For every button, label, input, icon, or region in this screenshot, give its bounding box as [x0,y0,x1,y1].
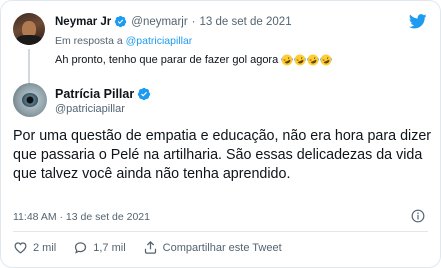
share-label: Compartilhar este Tweet [162,241,282,254]
main-tweet-text: Por uma questão de empatia e educação, n… [13,128,432,182]
tweet-actions: 2 mil 1,7 mil Compartilhar este Tweet [13,240,299,255]
rofl-emoji-icon [320,54,332,66]
separator-dot: · [191,15,196,28]
author-handle[interactable]: @neymarjr [131,16,187,28]
reply-context: Em resposta a @patriciapillar [55,35,192,47]
share-button[interactable]: Compartilhar este Tweet [143,240,282,255]
reply-count: 1,7 mil [93,241,126,254]
reply-mention-link[interactable]: @patriciapillar [126,35,193,47]
avatar[interactable] [13,13,45,45]
speech-bubble-icon [75,242,87,254]
share-icon [144,240,156,254]
emoji-group [281,54,333,66]
parent-tweet-header: Neymar Jr @neymarjr · 13 de set de 2021 [55,15,292,28]
reply-prefix: Em resposta a [55,35,123,47]
rofl-emoji-icon [294,54,306,66]
heart-icon [14,242,27,254]
verified-badge-icon [115,15,127,28]
rofl-emoji-icon [307,54,319,66]
parent-tweet-body: Ah pronto, tenho que parar de fazer gol … [55,54,279,66]
main-tweet-author[interactable]: Patrícia Pillar [55,87,155,101]
rofl-emoji-icon [281,54,293,66]
like-button[interactable]: 2 mil [13,240,56,255]
reply-button[interactable]: 1,7 mil [73,240,126,255]
author-name[interactable]: Neymar Jr [55,16,111,28]
parent-tweet-text: Ah pronto, tenho que parar de fazer gol … [55,54,333,66]
tweet-date[interactable]: 13 de set de 2021 [200,16,292,28]
author-name[interactable]: Patrícia Pillar [55,87,134,101]
verified-badge-icon [138,87,151,101]
thread-connector [28,49,30,85]
info-icon[interactable] [411,209,425,223]
tweet-timestamp[interactable]: 11:48 AM · 13 de set de 2021 [13,211,150,223]
author-handle[interactable]: @patriciapillar [55,103,125,115]
tweet-embed-card: Neymar Jr @neymarjr · 13 de set de 2021 … [0,0,441,268]
divider [13,231,428,232]
like-count: 2 mil [33,241,57,254]
avatar[interactable] [13,83,47,117]
twitter-bird-icon[interactable] [409,14,427,29]
parent-tweet[interactable]: Neymar Jr @neymarjr · 13 de set de 2021 … [13,11,428,85]
